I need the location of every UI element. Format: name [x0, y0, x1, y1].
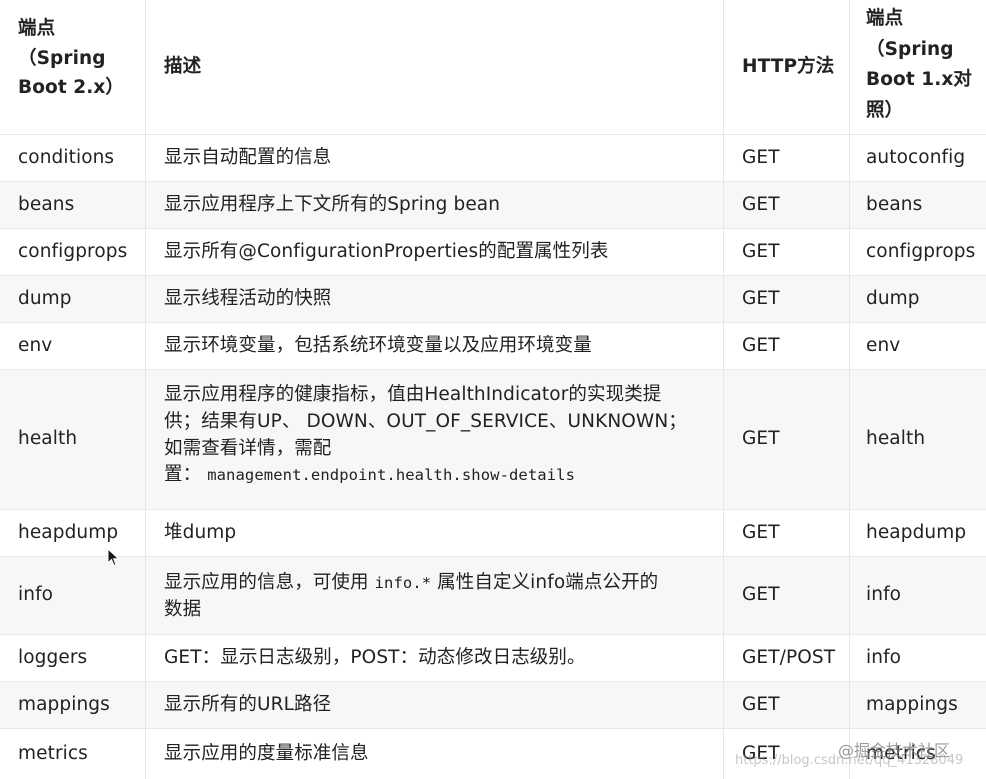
description-text: 显示应用的信息，可使用 [164, 572, 375, 593]
cell-http-method: GET [723, 681, 849, 728]
description-line: 如需查看详情，需配 [164, 437, 332, 459]
cell-http-method: GET [723, 556, 849, 634]
cell-endpoint: dump [0, 275, 145, 322]
header-endpoint-boot1: 端点 （Spring Boot 1.x对 照） [849, 0, 986, 134]
cell-description: GET：显示日志级别，POST：动态修改日志级别。 [145, 634, 723, 681]
community-watermark: @掘金技术社区 [838, 741, 951, 760]
cell-http-method: GET [723, 134, 849, 181]
mouse-pointer-icon [107, 548, 120, 567]
cell-endpoint-boot1: autoconfig [849, 134, 986, 181]
cell-endpoint-boot1: health [849, 369, 986, 509]
cell-endpoint: metrics [0, 728, 145, 779]
cell-description: 显示线程活动的快照 [145, 275, 723, 322]
cell-endpoint-boot1: info [849, 634, 986, 681]
cell-description: 显示自动配置的信息 [145, 134, 723, 181]
cell-http-method: GET [723, 275, 849, 322]
config-property-code: info.* [374, 574, 432, 592]
cell-endpoint: mappings [0, 681, 145, 728]
header-http-method: HTTP方法 [723, 0, 849, 134]
header-endpoint-boot2-line: Boot 2.x） [18, 77, 125, 99]
cell-endpoint: health [0, 369, 145, 509]
header-endpoint-boot2-line: （Spring [18, 47, 106, 69]
header-http-method-label: HTTP方法 [742, 56, 835, 78]
cell-description: 显示应用的度量标准信息 [145, 728, 723, 779]
cell-endpoint: loggers [0, 634, 145, 681]
description-line: 供；结果有UP、 DOWN、OUT_OF_SERVICE、UNKNOWN； [164, 410, 687, 432]
cell-http-method: GET [723, 322, 849, 369]
header-endpoint-boot2-line: 端点 [18, 18, 56, 39]
description-line: 数据 [164, 598, 202, 620]
cell-endpoint-boot1: heapdump [849, 509, 986, 556]
header-endpoint-boot1-line: 照） [866, 100, 904, 122]
header-endpoint-boot1-line: 端点 [866, 8, 904, 29]
cell-http-method: GET [723, 228, 849, 275]
cell-description: 显示所有的URL路径 [145, 681, 723, 728]
cell-description: 显示所有@ConfigurationProperties的配置属性列表 [145, 228, 723, 275]
header-endpoint-boot1-line: Boot 1.x对 [866, 69, 973, 91]
cell-http-method: GET [723, 369, 849, 509]
description-line: 显示应用程序的健康指标，值由HealthIndicator的实现类提 [164, 384, 662, 405]
cell-endpoint: heapdump [0, 509, 145, 556]
header-description-label: 描述 [164, 56, 202, 78]
cell-http-method: GET [723, 509, 849, 556]
cell-http-method: GET/POST [723, 634, 849, 681]
cell-description: 显示应用的信息，可使用 info.* 属性自定义info端点公开的 数据 [145, 556, 723, 634]
cell-endpoint: configprops [0, 228, 145, 275]
endpoint-table: 端点 （Spring Boot 2.x） 描述 HTTP方法 端点 （Sprin… [0, 0, 986, 779]
description-text: 置： [164, 464, 202, 486]
cell-endpoint-boot1: beans [849, 181, 986, 228]
cell-endpoint: env [0, 322, 145, 369]
cell-endpoint-boot1: dump [849, 275, 986, 322]
cell-endpoint-boot1: info [849, 556, 986, 634]
cell-endpoint-boot1: configprops [849, 228, 986, 275]
cell-description: 堆dump [145, 509, 723, 556]
header-endpoint-boot2: 端点 （Spring Boot 2.x） [0, 0, 145, 134]
config-property-code: management.endpoint.health.show-details [207, 466, 576, 485]
description-text: 属性自定义info端点公开的 [431, 572, 659, 593]
description-line: 显示应用的信息，可使用 info.* 属性自定义info端点公开的 [164, 570, 701, 597]
cell-endpoint: conditions [0, 134, 145, 181]
cell-http-method: GET [723, 181, 849, 228]
cell-endpoint-boot1: env [849, 322, 986, 369]
description-line: 置： management.endpoint.health.show-detai… [164, 462, 701, 489]
header-endpoint-boot1-line: （Spring [866, 38, 954, 60]
header-description: 描述 [145, 0, 723, 134]
cell-description: 显示应用程序上下文所有的Spring bean [145, 181, 723, 228]
cell-endpoint: beans [0, 181, 145, 228]
cell-description: 显示应用程序的健康指标，值由HealthIndicator的实现类提 供；结果有… [145, 369, 723, 509]
cell-endpoint-boot1: mappings [849, 681, 986, 728]
cell-description: 显示环境变量，包括系统环境变量以及应用环境变量 [145, 322, 723, 369]
cell-endpoint: info [0, 556, 145, 634]
